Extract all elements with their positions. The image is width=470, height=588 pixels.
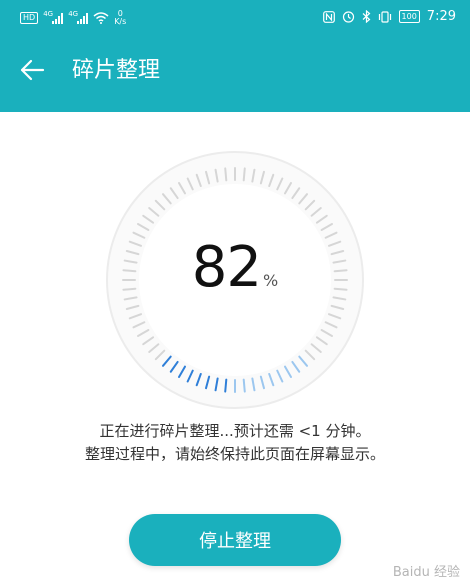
network-type-1: 4G (43, 9, 54, 18)
stop-defrag-button[interactable]: 停止整理 (129, 514, 341, 566)
warning-message: 整理过程中，请始终保持此页面在屏幕显示。 (84, 445, 385, 463)
vibrate-icon (378, 10, 391, 23)
progress-tick (242, 167, 246, 182)
network-type-2: 4G (68, 9, 79, 18)
status-bar: HD 4G 4G 0 K/s 100 7:29 (0, 0, 470, 36)
wifi-icon (93, 12, 109, 24)
app-header: HD 4G 4G 0 K/s 100 7:29 碎片整理 (0, 0, 470, 112)
clock: 7:29 (426, 9, 456, 24)
progress-percent: 82% (0, 235, 470, 300)
nfc-icon (322, 10, 335, 23)
signal-icon: 4G (68, 9, 89, 24)
back-arrow-icon[interactable] (18, 56, 46, 84)
progress-tick-active (224, 378, 228, 393)
progress-value: 82 (191, 235, 262, 300)
watermark: Baidu 经验 (392, 565, 460, 580)
page-title: 碎片整理 (72, 58, 161, 83)
battery-icon: 100 (398, 10, 420, 23)
progress-tick (224, 167, 228, 182)
bluetooth-icon (362, 10, 370, 23)
hd-badge: HD (20, 12, 39, 24)
progress-tick-active (242, 378, 246, 393)
alarm-icon (342, 11, 354, 23)
network-speed: 0 K/s (114, 9, 127, 26)
status-message: 正在进行碎片整理...预计还需 <1 分钟。 (99, 422, 371, 440)
progress-unit: % (263, 271, 279, 290)
signal-icon: 4G (43, 9, 64, 24)
